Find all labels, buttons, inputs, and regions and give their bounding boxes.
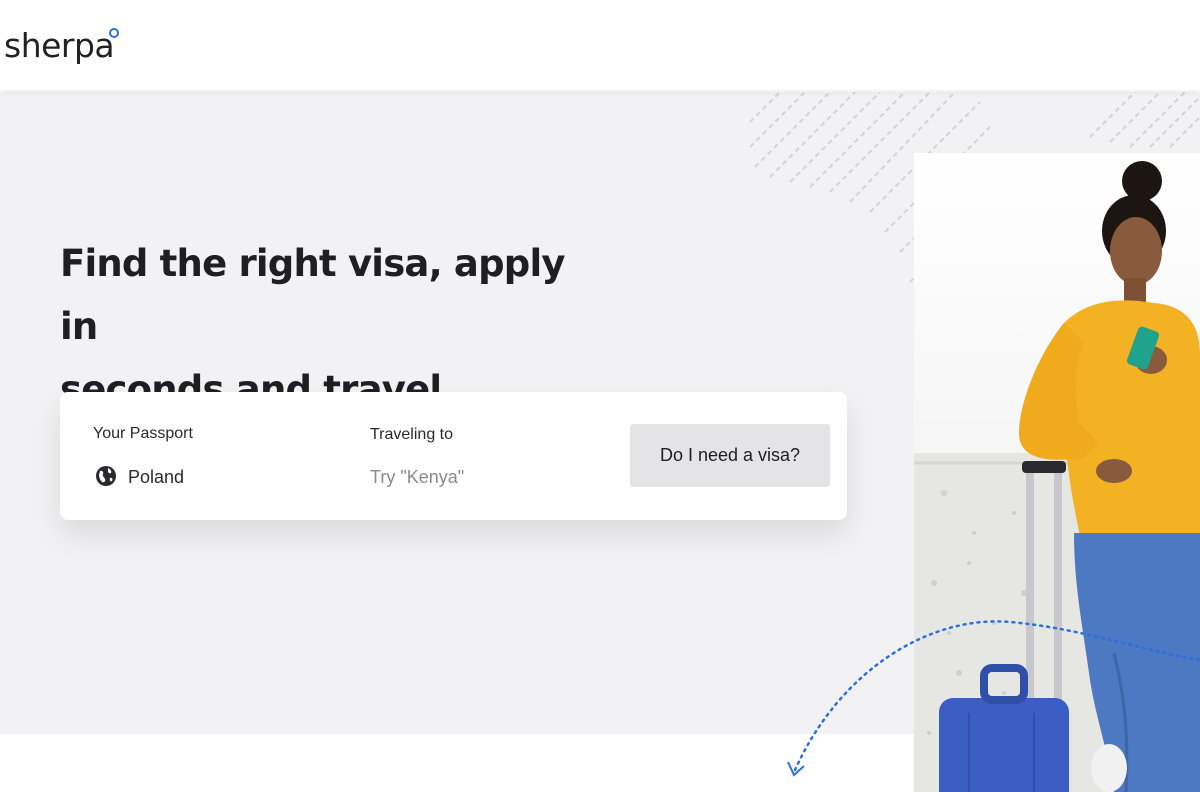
dotted-route-arc xyxy=(787,620,1200,777)
passport-select[interactable]: Poland xyxy=(128,467,184,488)
check-visa-button[interactable]: Do I need a visa? xyxy=(630,424,830,487)
destination-input[interactable]: Try "Kenya" xyxy=(370,467,464,488)
globe-icon xyxy=(96,466,116,486)
sherpa-logo[interactable]: sherpa xyxy=(4,26,115,65)
destination-label: Traveling to xyxy=(370,426,453,443)
site-header: sherpa xyxy=(0,0,1200,90)
logo-dot-icon xyxy=(109,28,119,38)
visa-search-card: Your Passport Poland Traveling to Try "K… xyxy=(60,392,847,520)
headline-line-1: Find the right visa, apply in xyxy=(60,242,565,348)
passport-label: Your Passport xyxy=(93,425,193,442)
